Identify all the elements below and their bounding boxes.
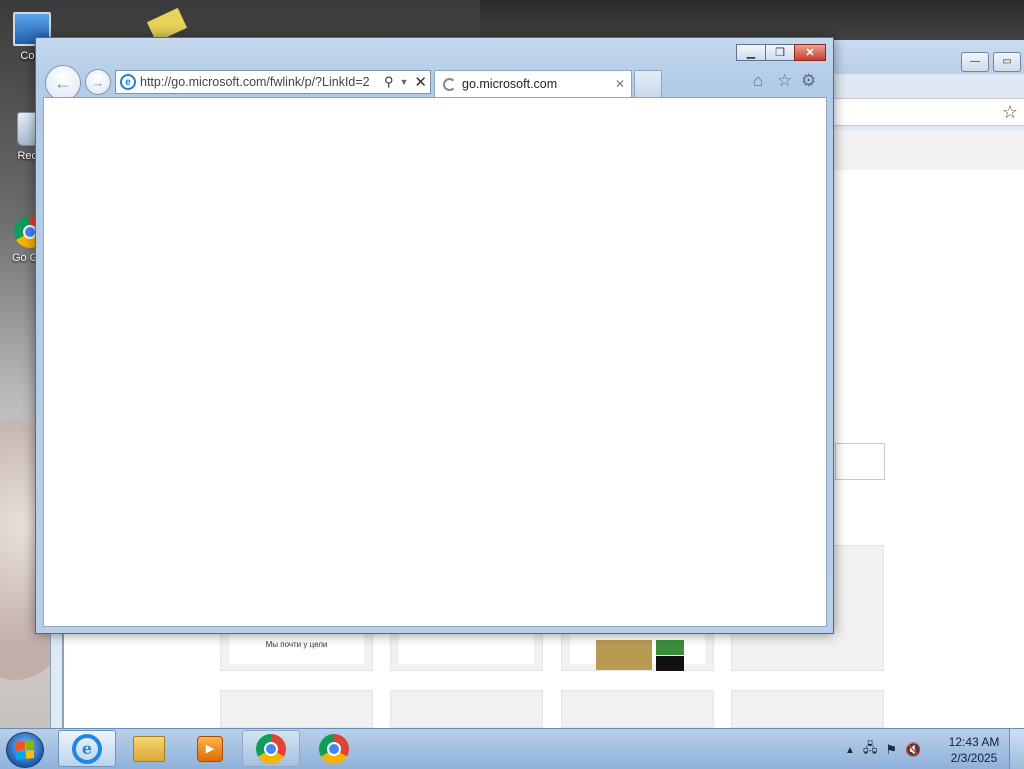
taskbar-internet-explorer[interactable]: e [58,730,116,767]
window-controls: ▁ ❐ ✕ [736,44,826,61]
thumbnail-image [596,640,652,670]
clock-time: 12:43 AM [948,735,1000,749]
network-icon[interactable]: 🖧 [863,739,878,761]
star-icon[interactable]: ☆ [1002,102,1018,123]
loading-spinner-icon [443,77,456,91]
media-player-icon: ▶ [197,735,223,762]
taskbar-media-player[interactable]: ▶ [181,730,239,767]
chrome-icon [319,733,349,764]
tab-active[interactable]: go.microsoft.com ✕ [434,70,632,97]
windows-logo-icon [16,740,34,760]
system-tray: ▲ 🖧 ⚑ 🔇 [845,739,921,761]
start-button[interactable] [6,732,44,768]
clock-date: 2/3/2025 [950,751,998,765]
settings-gear-icon[interactable]: ⚙ [801,71,816,91]
ie-logo-icon: e [120,74,136,90]
search-icon[interactable]: ⚲ [384,74,394,90]
restore-icon[interactable]: ▭ [993,52,1021,72]
background-window-controls: — ▭ [961,52,1021,72]
close-button[interactable]: ✕ [794,44,826,61]
taskbar-chrome-running[interactable] [242,730,300,767]
dropdown-icon[interactable]: ▼ [400,77,409,87]
internet-explorer-icon: e [72,733,102,764]
minimize-button[interactable]: ▁ [736,44,766,61]
tile-text: Мы почти у цели [265,640,328,649]
arrow-left-icon: ← [54,72,72,93]
show-hidden-icons-icon[interactable]: ▲ [845,745,855,756]
minimize-icon[interactable]: — [961,52,989,72]
volume-muted-icon[interactable]: 🔇 [905,742,921,758]
back-button[interactable]: ← [45,65,81,101]
thumbnail-image [656,640,684,655]
forward-button[interactable]: → [85,69,111,95]
thumbnail-image [656,656,684,671]
tab-title: go.microsoft.com [462,77,558,91]
taskbar-file-explorer[interactable] [120,730,178,767]
speed-dial-tile[interactable] [561,690,714,728]
clock[interactable]: 12:43 AM 2/3/2025 [944,734,1004,766]
arrow-right-icon: → [91,74,105,90]
favorites-star-icon[interactable]: ☆ [777,71,792,91]
home-icon[interactable]: ⌂ [753,71,763,91]
restore-icon: ❐ [775,47,785,59]
new-tab-button[interactable] [634,70,662,97]
folder-icon [133,735,165,762]
chrome-icon [256,733,286,764]
action-center-flag-icon[interactable]: ⚑ [885,742,897,758]
show-desktop-button[interactable] [1009,729,1024,769]
minimize-icon: ▁ [746,47,756,59]
taskbar: e ▶ ▲ 🖧 ⚑ 🔇 12:43 AM 2/3/2025 [0,728,1024,769]
address-bar[interactable]: e http://go.microsoft.com/fwlink/p/?Link… [115,70,431,94]
speed-dial-tile[interactable] [220,690,373,728]
tab-close-icon[interactable]: ✕ [615,77,625,91]
address-input[interactable]: http://go.microsoft.com/fwlink/p/?LinkId… [140,75,381,89]
close-icon: ✕ [805,47,815,59]
speed-dial-tile[interactable] [390,690,543,728]
background-search-box[interactable] [835,443,885,480]
stop-icon[interactable]: ✕ [414,73,427,91]
speed-dial-tile[interactable] [731,690,884,728]
restore-button[interactable]: ❐ [765,44,795,61]
taskbar-chrome[interactable] [305,730,363,767]
internet-explorer-window: ▁ ❐ ✕ ← → e http://go.microsoft.com/fwli… [35,37,834,634]
page-viewport[interactable] [43,97,827,627]
